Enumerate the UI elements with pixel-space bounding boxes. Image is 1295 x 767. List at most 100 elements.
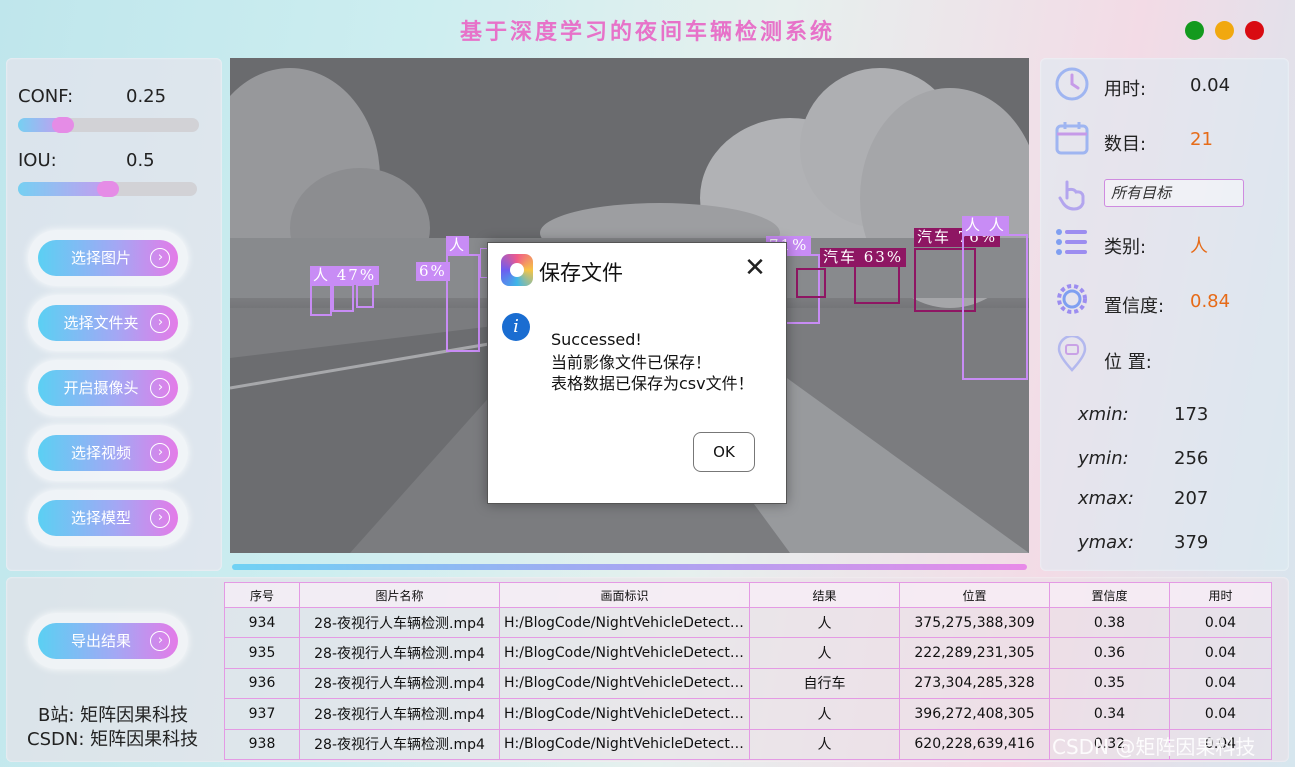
xmin-label: xmin: (1078, 404, 1129, 425)
table-cell: 0.04 (1169, 637, 1272, 669)
playback-progress-bar[interactable] (232, 564, 1027, 570)
confidence-value: 0.84 (1190, 291, 1231, 312)
bilibili-credit: B站: 矩阵因果科技 (38, 705, 189, 726)
time-value: 0.04 (1190, 75, 1231, 96)
table-cell: 28-夜视行人车辆检测.mp4 (299, 606, 500, 639)
column-header[interactable]: 画面标识 (499, 582, 750, 608)
conf-slider-handle[interactable] (52, 117, 74, 133)
select-image-label: 选择图片 (70, 249, 131, 267)
calendar-icon (1055, 122, 1089, 155)
table-row[interactable]: 937 28-夜视行人车辆检测.mp4 H:/BlogCode/NightVeh… (224, 698, 1272, 730)
select-folder-label: 选择文件夹 (63, 314, 139, 332)
table-cell: 0.36 (1049, 637, 1170, 669)
table-cell: 28-夜视行人车辆检测.mp4 (299, 728, 500, 761)
detection-label: 人 (446, 236, 470, 255)
select-folder-button[interactable]: 选择文件夹 › (28, 295, 188, 351)
table-cell: 273,304,285,328 (899, 667, 1050, 700)
detection-box (796, 268, 826, 298)
conf-label: CONF: (18, 86, 74, 107)
gear-icon (1057, 284, 1087, 314)
detection-box (962, 234, 1028, 380)
target-filter-select[interactable]: 所有目标 (1104, 179, 1244, 207)
table-cell: 396,272,408,305 (899, 698, 1050, 730)
detection-label: 人 47% (310, 266, 380, 285)
ymax-label: ymax: (1078, 532, 1134, 553)
table-cell: 375,275,388,309 (899, 606, 1050, 639)
position-label: 位 置: (1104, 352, 1152, 373)
table-cell: 934 (224, 606, 300, 639)
detection-box (356, 284, 374, 308)
ymin-value: 256 (1174, 448, 1209, 469)
iou-value: 0.5 (126, 150, 155, 171)
detection-box (446, 254, 480, 352)
column-header[interactable]: 位置 (899, 582, 1050, 608)
table-cell: 人 (749, 728, 900, 761)
select-image-button[interactable]: 选择图片 › (28, 230, 188, 286)
app-logo-icon (501, 254, 533, 286)
class-label: 类别: (1104, 237, 1147, 258)
column-header[interactable]: 用时 (1169, 582, 1272, 608)
iou-label: IOU: (18, 150, 57, 171)
iou-slider-fill (18, 182, 108, 196)
table-row[interactable]: 934 28-夜视行人车辆检测.mp4 H:/BlogCode/NightVeh… (224, 606, 1272, 639)
table-cell: 938 (224, 728, 300, 761)
minimize-dot[interactable] (1215, 21, 1234, 40)
column-header[interactable]: 图片名称 (299, 582, 500, 608)
table-cell: H:/BlogCode/NightVehicleDetection/... (499, 698, 750, 730)
column-header[interactable]: 置信度 (1049, 582, 1170, 608)
app-title: 基于深度学习的夜间车辆检测系统 (459, 20, 835, 45)
detection-label: 6% (416, 262, 450, 281)
xmax-value: 207 (1174, 488, 1209, 509)
table-cell: 222,289,231,305 (899, 637, 1050, 669)
chevron-right-icon: › (150, 631, 170, 651)
open-camera-button[interactable]: 开启摄像头 › (28, 360, 188, 416)
location-pin-icon (1057, 336, 1087, 372)
clock-icon (1055, 67, 1089, 101)
table-cell: H:/BlogCode/NightVehicleDetection/... (499, 667, 750, 700)
ymin-label: ymin: (1078, 448, 1129, 469)
table-cell: 28-夜视行人车辆检测.mp4 (299, 698, 500, 730)
column-header[interactable]: 结果 (749, 582, 900, 608)
save-file-dialog: 保存文件 ✕ i Successed! 当前影像文件已保存！ 表格数据已保存为c… (487, 242, 787, 504)
maximize-dot[interactable] (1185, 21, 1204, 40)
table-cell: 0.04 (1169, 667, 1272, 700)
table-cell: 0.04 (1169, 698, 1272, 730)
table-cell: 0.35 (1049, 667, 1170, 700)
column-header[interactable]: 序号 (224, 582, 300, 608)
table-cell: 28-夜视行人车辆检测.mp4 (299, 637, 500, 669)
table-cell: 0.38 (1049, 606, 1170, 639)
xmax-label: xmax: (1078, 488, 1134, 509)
detection-box (310, 284, 332, 316)
table-cell: 936 (224, 667, 300, 700)
export-results-button[interactable]: 导出结果 › (28, 613, 188, 669)
detection-label: 人 人 (962, 216, 1009, 235)
table-cell: 935 (224, 637, 300, 669)
csdn-watermark: CSDN @矩阵因果科技 (1052, 735, 1256, 759)
dialog-message-line: Successed! (551, 330, 642, 349)
count-label: 数目: (1104, 134, 1147, 155)
select-video-button[interactable]: 选择视频 › (28, 425, 188, 481)
open-camera-label: 开启摄像头 (63, 379, 139, 397)
table-cell: H:/BlogCode/NightVehicleDetection/... (499, 606, 750, 639)
table-row[interactable]: 936 28-夜视行人车辆检测.mp4 H:/BlogCode/NightVeh… (224, 667, 1272, 700)
select-model-button[interactable]: 选择模型 › (28, 490, 188, 546)
export-results-label: 导出结果 (70, 632, 131, 650)
chevron-right-icon: › (150, 313, 170, 333)
conf-slider[interactable] (18, 117, 199, 133)
xmin-value: 173 (1174, 404, 1209, 425)
chevron-right-icon: › (150, 378, 170, 398)
time-label: 用时: (1104, 79, 1147, 100)
close-icon[interactable]: ✕ (740, 253, 770, 283)
table-row[interactable]: 935 28-夜视行人车辆检测.mp4 H:/BlogCode/NightVeh… (224, 637, 1272, 669)
iou-slider-handle[interactable] (97, 181, 119, 197)
class-value: 人 (1190, 236, 1208, 257)
csdn-credit: CSDN: 矩阵因果科技 (27, 729, 199, 750)
chevron-right-icon: › (150, 508, 170, 528)
table-cell: 0.34 (1049, 698, 1170, 730)
count-value: 21 (1190, 129, 1213, 150)
ok-button[interactable]: OK (693, 432, 755, 472)
iou-slider[interactable] (18, 181, 197, 197)
dialog-title: 保存文件 (539, 261, 623, 285)
table-cell: 28-夜视行人车辆检测.mp4 (299, 667, 500, 700)
close-dot[interactable] (1245, 21, 1264, 40)
